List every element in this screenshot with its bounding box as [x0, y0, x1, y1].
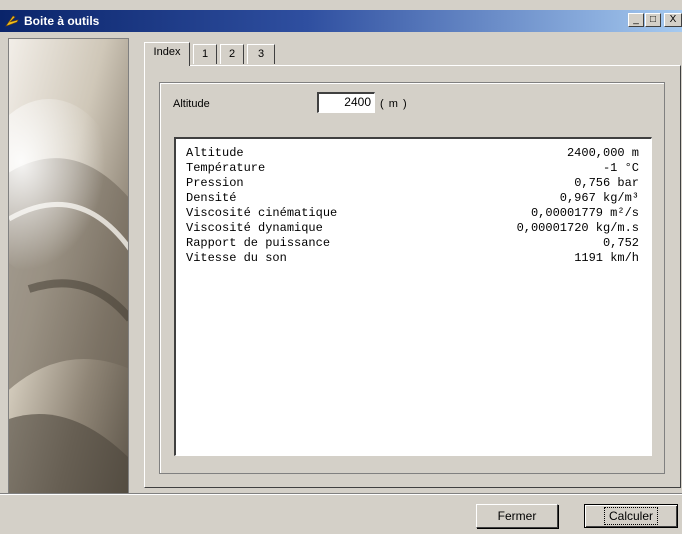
altitude-unit: ( m ) — [380, 98, 408, 110]
result-name: Rapport de puissance — [186, 236, 331, 250]
window-title: Boite à outils — [24, 14, 100, 28]
result-name: Viscosité dynamique — [186, 221, 323, 235]
result-value: 0,00001720 kg/m.s — [516, 221, 639, 235]
results-textarea[interactable]: Altitude 2400,000 m Température -1 °C Pres… — [174, 137, 652, 456]
result-row: Densité 0,967 kg/m³ — [186, 191, 639, 206]
result-value: 0,756 bar — [574, 176, 639, 190]
result-row: Viscosité cinématique 0,00001779 m²/s — [186, 206, 639, 221]
calculate-button-label: Calculer — [603, 507, 659, 525]
result-name: Altitude — [186, 146, 244, 160]
button-bar: Fermer Calculer — [8, 497, 682, 534]
result-name: Température — [186, 161, 266, 175]
tab-3[interactable]: 3 — [247, 44, 275, 64]
calculate-button[interactable]: Calculer — [584, 504, 678, 528]
aircraft-side-image — [8, 38, 129, 494]
result-row: Altitude 2400,000 m — [186, 146, 639, 161]
result-name: Vitesse du son — [186, 251, 287, 265]
result-value: 0,752 — [602, 236, 639, 250]
tab-2[interactable]: 2 — [220, 44, 244, 64]
calculator-group: Altitude 2400 ( m ) Altitude 2400,000 m T… — [159, 82, 665, 474]
result-row: Pression 0,756 bar — [186, 176, 639, 191]
result-row: Viscosité dynamique 0,00001720 kg/m.s — [186, 221, 639, 236]
result-value: 0,967 kg/m³ — [559, 191, 639, 205]
separator — [0, 493, 682, 495]
tab-index[interactable]: Index — [144, 42, 190, 66]
close-window-button[interactable]: X — [664, 13, 682, 27]
tab-1[interactable]: 1 — [193, 44, 217, 64]
result-value: 1191 km/h — [574, 251, 639, 265]
result-value: -1 °C — [602, 161, 639, 175]
result-name: Pression — [186, 176, 244, 190]
minimize-button[interactable]: _ — [628, 13, 644, 27]
toolbox-window: Boite à outils _ □ X Index 1 2 3 Altitud… — [0, 0, 682, 534]
result-value: 0,00001779 m²/s — [530, 206, 639, 220]
close-button[interactable]: Fermer — [476, 504, 558, 528]
result-name: Densité — [186, 191, 237, 205]
altitude-input[interactable]: 2400 — [317, 92, 375, 113]
app-icon — [5, 15, 19, 27]
result-row: Vitesse du son 1191 km/h — [186, 251, 639, 266]
result-row: Température -1 °C — [186, 161, 639, 176]
altitude-label: Altitude — [173, 98, 210, 110]
tab-panel: Altitude 2400 ( m ) Altitude 2400,000 m T… — [144, 65, 681, 488]
result-row: Rapport de puissance 0,752 — [186, 236, 639, 251]
title-bar[interactable]: Boite à outils _ □ X — [0, 10, 682, 32]
result-value: 2400,000 m — [566, 146, 639, 160]
result-name: Viscosité cinématique — [186, 206, 338, 220]
maximize-button[interactable]: □ — [645, 13, 661, 27]
